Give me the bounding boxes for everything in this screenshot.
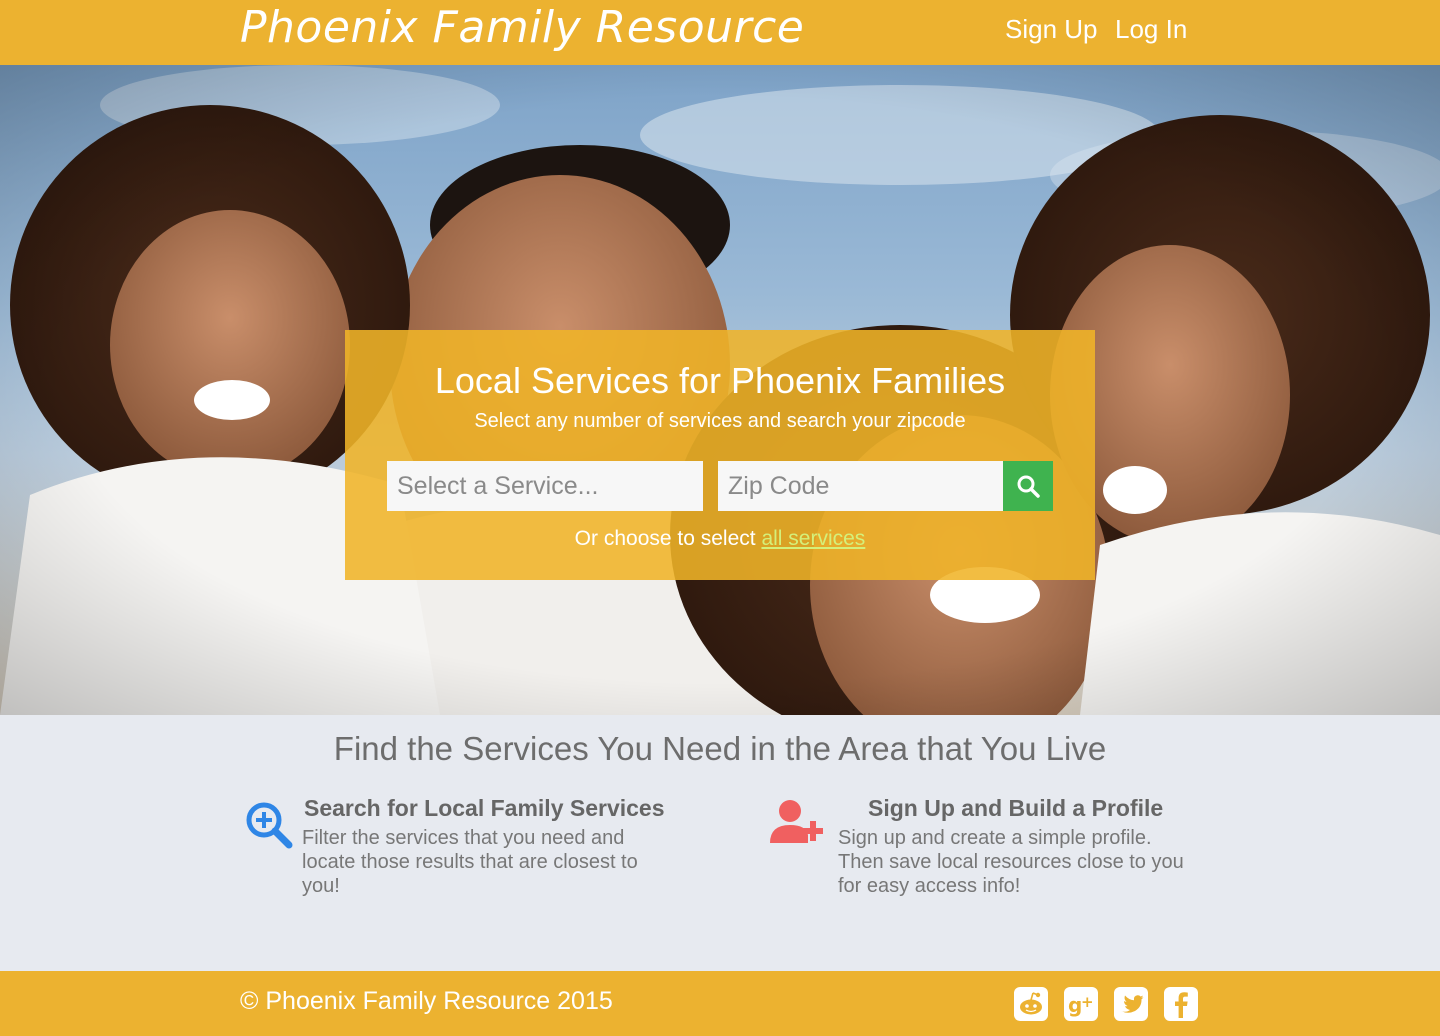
search-button[interactable]: [1003, 461, 1053, 511]
signup-link[interactable]: Sign Up: [1005, 14, 1098, 45]
twitter-icon: [1121, 995, 1144, 1013]
footer: © Phoenix Family Resource 2015 g +: [0, 971, 1440, 1036]
reddit-icon: [1020, 992, 1042, 1015]
top-navbar: Phoenix Family Resource Sign Up Log In: [0, 0, 1440, 65]
features-title: Find the Services You Need in the Area t…: [333, 730, 1107, 767]
add-user-icon: [770, 800, 823, 843]
site-brand[interactable]: Phoenix Family Resource: [240, 2, 804, 53]
twitter-link[interactable]: [1114, 987, 1148, 1021]
hero-title: Local Services for Phoenix Families: [434, 360, 1006, 401]
google-plus-icon: g +: [1068, 993, 1094, 1017]
feature-signup-body: Sign up and create a simple profile. The…: [838, 827, 1184, 897]
facebook-link[interactable]: [1164, 987, 1198, 1021]
search-icon: [1017, 475, 1040, 498]
feature-search-body: Filter the services that you need and lo…: [302, 827, 638, 897]
service-select-input[interactable]: [387, 461, 703, 511]
feature-search-heading: Search for Local Family Services: [304, 795, 665, 821]
zoom-in-icon: [246, 802, 293, 849]
login-link[interactable]: Log In: [1115, 14, 1187, 45]
google-plus-link[interactable]: g +: [1064, 987, 1098, 1021]
hero-subtitle: Select any number of services and search…: [474, 410, 966, 432]
feature-signup-heading: Sign Up and Build a Profile: [868, 795, 1164, 821]
reddit-link[interactable]: [1014, 987, 1048, 1021]
copyright-text: © Phoenix Family Resource 2015: [240, 987, 613, 1015]
choose-all-line: Or choose to select all services: [345, 527, 1095, 551]
all-services-link[interactable]: all services: [761, 527, 865, 550]
svg-text:+: +: [1081, 993, 1094, 1011]
zip-code-input[interactable]: [718, 461, 1003, 511]
search-panel: Local Services for Phoenix Families Sele…: [345, 330, 1095, 580]
facebook-icon: [1175, 992, 1188, 1018]
choose-all-prefix: Or choose to select: [574, 527, 762, 550]
hero-section: Local Services for Phoenix Families Sele…: [0, 65, 1440, 715]
